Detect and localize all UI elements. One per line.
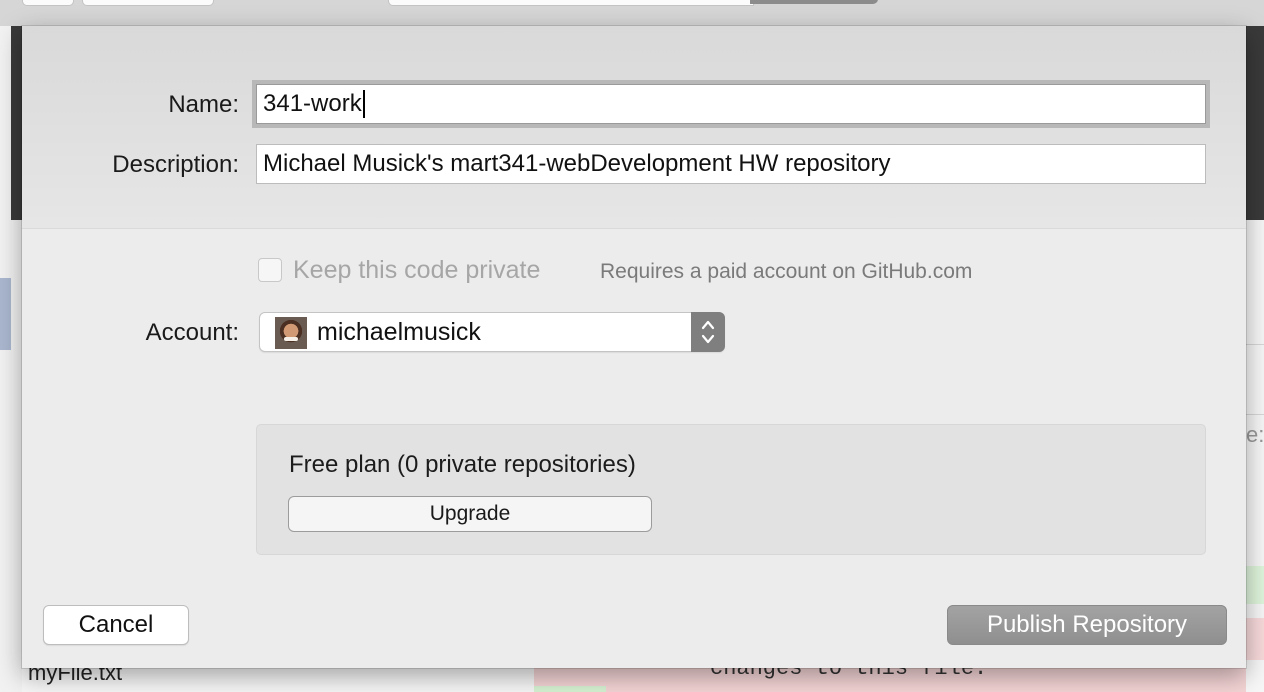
- background-toolbar-button: [82, 0, 214, 6]
- description-field-value: Michael Musick's mart341-webDevelopment …: [263, 150, 891, 177]
- text-cursor: [362, 90, 365, 118]
- account-label: Account:: [145, 319, 239, 346]
- background-file-list: myFile.txt changes to this file.: [22, 656, 1246, 692]
- background-edge-text: e:: [1246, 422, 1264, 447]
- plan-title: Free plan (0 private repositories): [289, 451, 636, 478]
- background-right-edge: e:: [1246, 26, 1264, 692]
- description-field[interactable]: Michael Musick's mart341-webDevelopment …: [256, 144, 1206, 184]
- background-toolbar-button: [22, 0, 74, 6]
- background-segmented-control-selected: [750, 0, 878, 4]
- background-diff-row: changes to this file.: [534, 656, 1246, 692]
- sheet-header-band: [22, 26, 1246, 229]
- account-popup-button[interactable]: michaelmusick: [259, 312, 725, 352]
- avatar: [275, 317, 307, 349]
- publish-repository-button[interactable]: Publish Repository: [947, 605, 1227, 645]
- plan-info-box: Free plan (0 private repositories) Upgra…: [256, 424, 1206, 555]
- account-popup-value: michaelmusick: [317, 318, 481, 346]
- background-selected-row: [0, 278, 11, 350]
- keep-private-label: Keep this code private: [293, 256, 541, 284]
- background-sidebar-edge: [0, 26, 22, 692]
- name-field[interactable]: 341-work: [256, 84, 1206, 124]
- publish-repository-sheet: Name: 341-work Description: Michael Musi…: [22, 26, 1246, 668]
- keep-private-checkbox[interactable]: [258, 258, 282, 282]
- paid-account-note: Requires a paid account on GitHub.com: [600, 260, 973, 283]
- background-toolbar: [0, 0, 1264, 27]
- chevron-up-down-icon: [691, 312, 725, 352]
- background-segmented-control: [388, 0, 754, 6]
- name-label: Name:: [168, 91, 239, 118]
- description-label: Description:: [112, 151, 239, 178]
- name-field-value: 341-work: [263, 90, 362, 117]
- upgrade-button[interactable]: Upgrade: [288, 496, 652, 532]
- cancel-button[interactable]: Cancel: [43, 605, 189, 645]
